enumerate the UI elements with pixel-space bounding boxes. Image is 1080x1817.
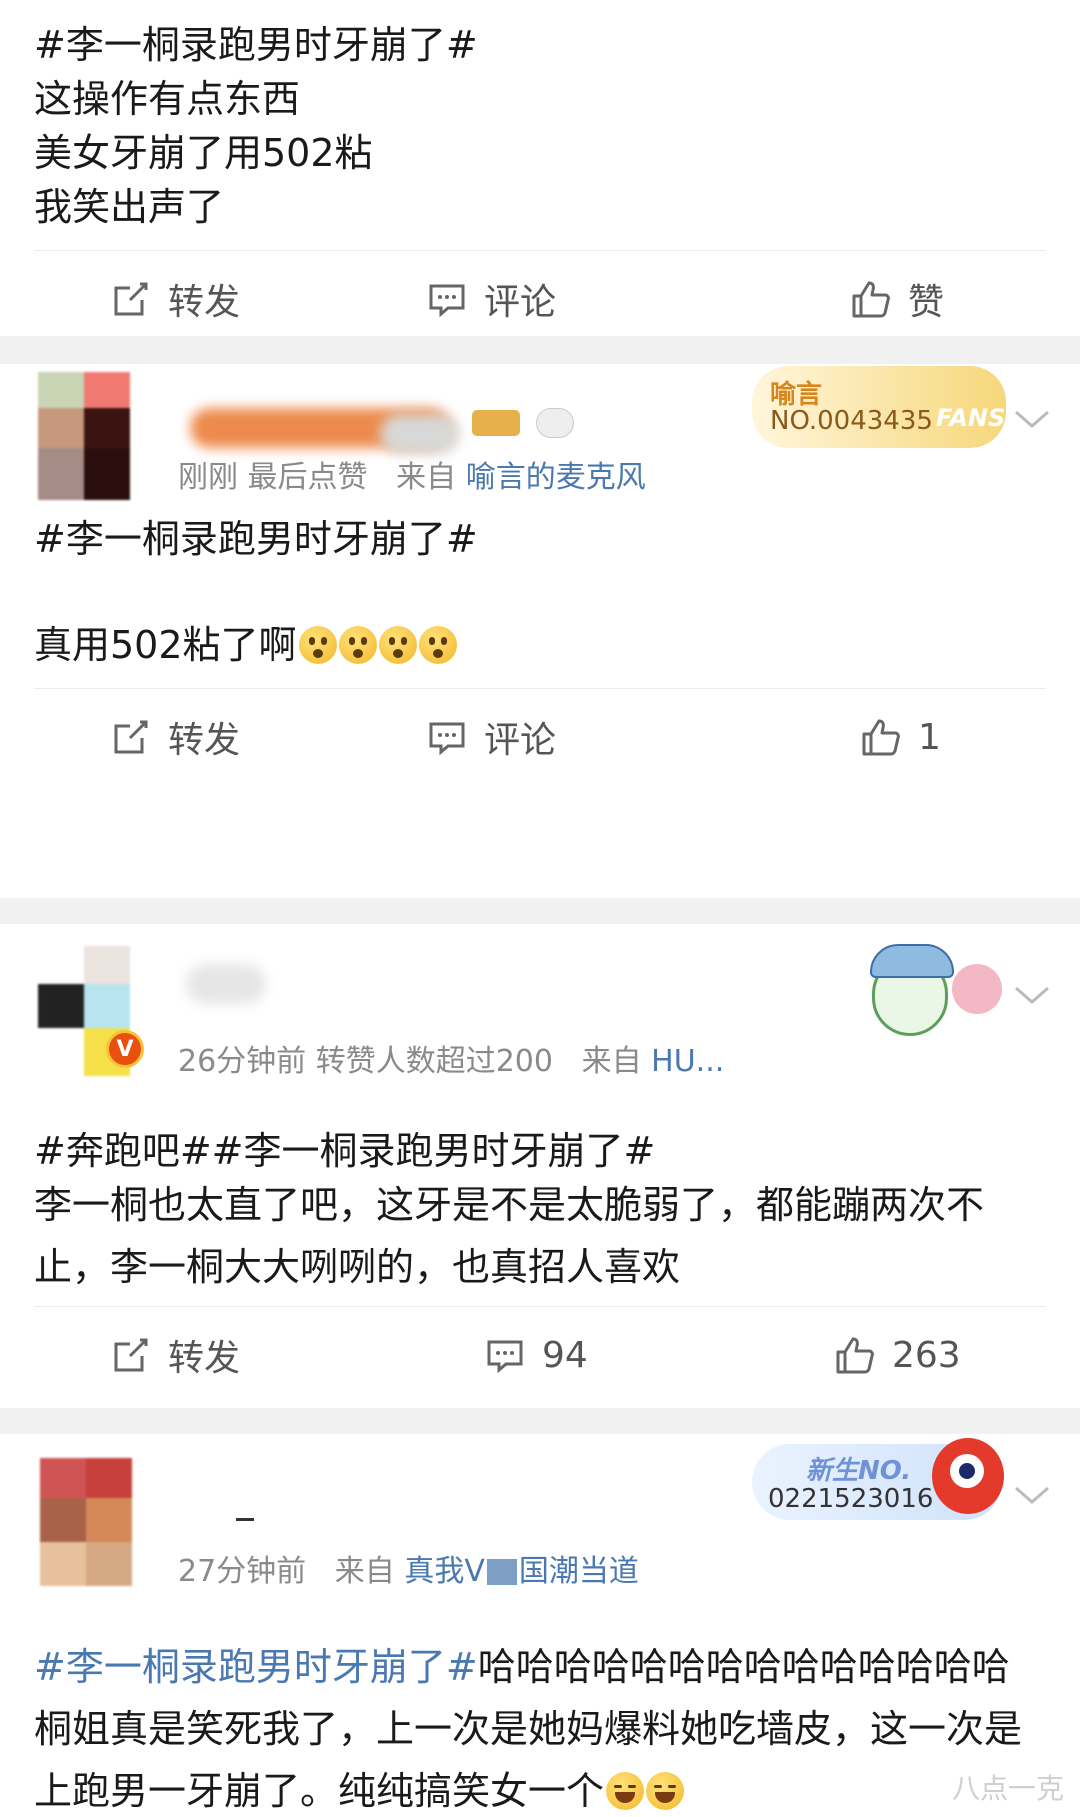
feed-separator <box>0 898 1080 924</box>
post-meta: 刚刚 最后点赞 来自 喻言的麦克风 <box>178 452 646 496</box>
post-time: 刚刚 最后点赞 <box>178 460 368 495</box>
shocked-emoji-icon <box>418 626 457 664</box>
flower-icon <box>952 964 1002 1014</box>
comment-icon <box>429 722 465 756</box>
post-text-line: 这操作有点东西 <box>34 77 301 121</box>
chevron-down-icon[interactable] <box>1012 984 1052 1008</box>
avatar[interactable] <box>40 1458 132 1586</box>
watermark: 八点一克 <box>951 1772 1064 1805</box>
thumbs-up-icon <box>862 719 900 756</box>
like-button[interactable]: 赞 <box>850 251 944 347</box>
post-text: #李一桐录跑男时牙崩了#哈哈哈哈哈哈哈哈哈哈哈哈哈哈桐姐真是笑死我了，上一次是她… <box>0 1636 1080 1817</box>
repost-button[interactable]: 转发 <box>110 689 240 785</box>
post-action-bar: 转发 94 263 <box>34 1306 1046 1402</box>
source-prefix: 来自 <box>334 1554 395 1589</box>
thumbs-up-icon <box>852 281 890 318</box>
comment-count: 94 <box>542 1334 588 1376</box>
post-text: 真用502粘了啊 <box>0 614 457 676</box>
post-source-link-part[interactable]: 国潮当道 <box>519 1554 639 1589</box>
post-time: 26分钟前 转赞人数超过200 <box>178 1044 553 1079</box>
like-button[interactable]: 1 <box>860 689 941 785</box>
feed-post-4: 27分钟前 来自 真我V 国潮当道 新生NO. 0221523016 #李一桐录跑… <box>0 1434 1080 1817</box>
comment-button[interactable]: 94 <box>484 1307 588 1403</box>
source-prefix: 来自 <box>396 460 457 495</box>
fan-badge-fans: FANS <box>936 404 1006 432</box>
repost-button[interactable]: 转发 <box>110 1307 240 1403</box>
tears-of-joy-emoji-icon <box>606 1772 645 1810</box>
source-prefix: 来自 <box>581 1044 642 1079</box>
post-hashtag[interactable]: #李一桐录跑男时牙崩了# <box>0 14 478 76</box>
like-button[interactable]: 263 <box>834 1307 961 1403</box>
post-source-link[interactable]: 喻言的麦克风 <box>466 460 646 495</box>
post-source-link[interactable]: 真我V <box>404 1554 485 1589</box>
comment-label: 评论 <box>484 282 557 323</box>
post-text-line: 我笑出声了 <box>34 185 225 229</box>
post-text-line: 美女牙崩了用502粘 <box>34 131 373 175</box>
cap-icon <box>870 944 954 978</box>
post-text-content: 真用502粘了啊 <box>34 623 297 667</box>
post-action-bar: 转发 评论 赞 <box>34 250 1046 346</box>
post-time: 27分钟前 <box>178 1554 307 1589</box>
username-redacted <box>380 414 460 454</box>
emoji-face-icon <box>536 408 574 438</box>
shocked-emoji-icon <box>298 626 337 664</box>
feed-post-1: #李一桐录跑男时牙崩了# 这操作有点东西 美女牙崩了用502粘 我笑出声了 转发… <box>0 0 1080 336</box>
repost-button[interactable]: 转发 <box>110 251 240 347</box>
level-icon <box>472 410 520 436</box>
repost-icon <box>114 720 148 754</box>
post-meta: 26分钟前 转赞人数超过200 来自 HU... <box>178 1036 724 1080</box>
thumbs-up-icon <box>836 1337 874 1374</box>
like-count: 263 <box>892 1334 961 1376</box>
comment-button[interactable]: 评论 <box>426 689 556 785</box>
newbie-badge-title: 新生NO. <box>806 1456 912 1486</box>
fan-badge-number: NO.0043435 <box>770 406 933 436</box>
sticker-badge[interactable] <box>852 930 1012 1042</box>
like-label: 赞 <box>908 282 945 323</box>
feed-separator <box>0 336 1080 364</box>
tears-of-joy-emoji-icon <box>646 1772 685 1810</box>
feed-post-2: 刚刚 最后点赞 来自 喻言的麦克风 喻言 NO.0043435 FANS #李一… <box>0 364 1080 898</box>
redaction-block <box>486 1559 517 1585</box>
repost-icon <box>114 1338 148 1372</box>
verified-icon: V <box>106 1030 144 1068</box>
post-hashtag[interactable]: #李一桐录跑男时牙崩了# <box>0 508 478 570</box>
newbie-badge-number: 0221523016 <box>768 1484 934 1514</box>
post-action-bar: 转发 评论 1 <box>34 688 1046 784</box>
comment-button[interactable]: 评论 <box>426 251 556 347</box>
post-source-link[interactable]: HU... <box>651 1044 724 1079</box>
shocked-emoji-icon <box>378 626 417 664</box>
username-redacted[interactable] <box>236 1518 254 1521</box>
post-hashtag[interactable]: #奔跑吧##李一桐录跑男时牙崩了# <box>0 1120 655 1182</box>
repost-icon <box>114 282 148 316</box>
like-count: 1 <box>918 716 941 758</box>
username-redacted[interactable] <box>186 964 266 1004</box>
feed-post-3: V 26分钟前 转赞人数超过200 来自 HU... #奔跑吧##李一桐录跑男时… <box>0 924 1080 1408</box>
repost-label: 转发 <box>168 1338 241 1379</box>
mascot-icon <box>932 1438 1004 1514</box>
chevron-down-icon[interactable] <box>1012 1484 1052 1508</box>
post-hashtag[interactable]: #李一桐录跑男时牙崩了# <box>34 1645 478 1689</box>
post-text: 李一桐也太直了吧，这牙是不是太脆弱了，都能蹦两次不止，李一桐大大咧咧的，也真招人… <box>34 1183 985 1289</box>
repost-label: 转发 <box>168 282 241 323</box>
chevron-down-icon[interactable] <box>1012 408 1052 432</box>
repost-label: 转发 <box>168 720 241 761</box>
shocked-emoji-icon <box>338 626 377 664</box>
comment-icon <box>487 1340 523 1374</box>
feed-separator <box>0 1408 1080 1434</box>
comment-icon <box>429 284 465 318</box>
comment-label: 评论 <box>484 720 557 761</box>
post-meta: 27分钟前 来自 真我V 国潮当道 <box>178 1546 639 1590</box>
fan-badge[interactable]: 喻言 NO.0043435 FANS <box>752 366 1006 448</box>
avatar[interactable] <box>38 372 130 500</box>
